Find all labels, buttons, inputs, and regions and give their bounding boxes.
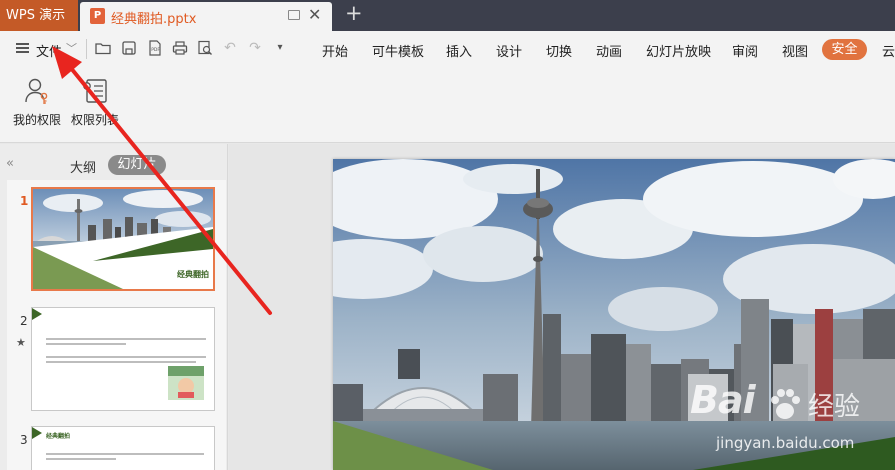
my-permissions-button[interactable]: 我的权限: [11, 73, 63, 133]
tab-review[interactable]: 审阅: [732, 41, 758, 60]
permission-list-label: 权限列表: [70, 113, 119, 127]
slide-editor: [229, 144, 895, 470]
tab-insert[interactable]: 插入: [446, 41, 472, 60]
slide-3-heading: 经典翻拍: [46, 432, 70, 440]
current-slide[interactable]: [333, 159, 895, 470]
tab-slides-label: 幻灯片: [117, 157, 157, 172]
permission-list-button[interactable]: 权限列表: [69, 73, 121, 133]
tab-templates[interactable]: 可牛模板: [372, 41, 424, 60]
customize-toolbar-icon[interactable]: ▾: [272, 40, 288, 56]
print-icon[interactable]: [172, 40, 188, 56]
animation-star-icon: ★: [16, 336, 26, 349]
close-tab-icon[interactable]: ✕: [308, 5, 321, 24]
tab-cloud[interactable]: 云: [882, 41, 895, 60]
security-label: 安全: [831, 42, 858, 57]
float-window-icon[interactable]: [288, 10, 300, 20]
tab-security[interactable]: 安全: [822, 39, 867, 60]
toolbar-separator: [86, 39, 87, 59]
slide-number: 2: [20, 314, 28, 328]
print-preview-icon[interactable]: [197, 40, 213, 56]
chevron-down-icon[interactable]: ﹀: [66, 40, 77, 56]
export-pdf-icon[interactable]: PDF: [147, 40, 163, 56]
tab-home[interactable]: 开始: [322, 41, 348, 60]
slide-thumbnail-1[interactable]: 经典翻拍: [31, 187, 215, 291]
permission-list-icon: [83, 79, 107, 103]
hamburger-icon[interactable]: [16, 43, 29, 53]
app-tab[interactable]: WPS 演示: [0, 0, 78, 31]
slide-thumbnail-list: 1 经典翻拍 2 ★ 3 经典翻拍: [7, 180, 226, 470]
tab-design[interactable]: 设计: [496, 41, 522, 60]
slide-panel: « 大纲 幻灯片 1 经典翻拍 2 ★ 3 经典翻拍: [0, 144, 228, 470]
tab-slides[interactable]: 幻灯片: [108, 155, 166, 175]
tab-animations[interactable]: 动画: [596, 41, 622, 60]
file-menu[interactable]: 文件: [36, 41, 62, 60]
slide-3-preview: 经典翻拍: [32, 427, 204, 460]
document-tab[interactable]: P 经典翻拍.pptx ✕: [80, 2, 332, 31]
redo-icon[interactable]: ↷: [247, 40, 263, 56]
app-name: WPS 演示: [6, 8, 66, 23]
slide-2-preview: [32, 308, 206, 400]
ribbon: 我的权限 权限列表: [0, 67, 895, 143]
city-skyline-photo: [333, 159, 895, 470]
slide-thumbnail-2[interactable]: [31, 307, 215, 411]
slide-number: 3: [20, 433, 28, 447]
svg-text:PDF: PDF: [151, 47, 160, 53]
slide-number: 1: [20, 194, 29, 208]
title-bar: WPS 演示 P 经典翻拍.pptx ✕ +: [0, 0, 895, 31]
collapse-panel-icon[interactable]: «: [6, 156, 14, 171]
new-tab-icon[interactable]: +: [345, 1, 363, 25]
tab-slideshow[interactable]: 幻灯片放映: [646, 41, 711, 60]
tab-transitions[interactable]: 切换: [546, 41, 572, 60]
save-icon[interactable]: [121, 40, 137, 56]
tab-outline[interactable]: 大纲: [70, 157, 96, 176]
my-permissions-label: 我的权限: [12, 113, 61, 127]
slide-1-title: 经典翻拍: [177, 269, 209, 279]
presentation-file-icon: P: [90, 8, 105, 24]
slide-thumbnail-3[interactable]: 经典翻拍: [31, 426, 215, 470]
tab-view[interactable]: 视图: [782, 41, 808, 60]
open-folder-icon[interactable]: [95, 40, 111, 56]
slide-1-preview: 经典翻拍: [33, 189, 213, 289]
document-name: 经典翻拍.pptx: [111, 12, 197, 27]
menu-bar: 文件 ﹀ PDF ↶ ↷ ▾ 开始 可牛模板 插入 设计 切换 动画 幻灯片放映…: [0, 31, 895, 67]
undo-icon[interactable]: ↶: [222, 40, 238, 56]
user-key-icon: [25, 78, 48, 104]
